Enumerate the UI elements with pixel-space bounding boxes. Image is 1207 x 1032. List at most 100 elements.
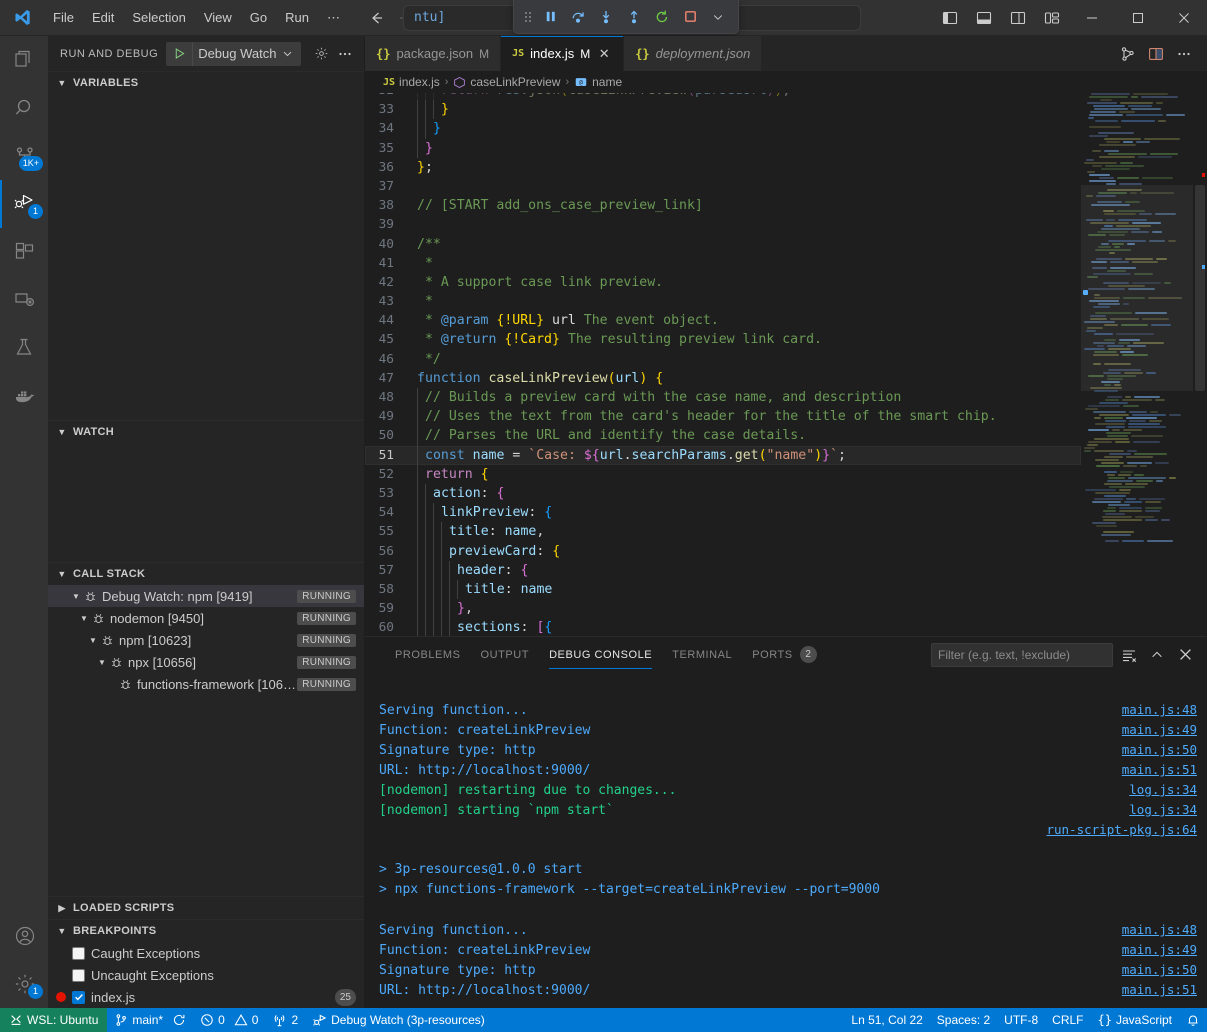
- activitybar-item-extensions[interactable]: [0, 228, 48, 276]
- activitybar-item-remote-explorer[interactable]: [0, 276, 48, 324]
- status-cursor-position[interactable]: Ln 51, Col 22: [844, 1008, 929, 1032]
- minimize-button[interactable]: [1069, 0, 1115, 36]
- breakpoint-checkbox[interactable]: [72, 947, 85, 960]
- status-branch-indicator[interactable]: main*: [107, 1008, 193, 1032]
- console-source[interactable]: log.js:34: [1115, 780, 1197, 800]
- console-source[interactable]: log.js:34: [1115, 800, 1197, 820]
- callstack-row-2[interactable]: ▼ npm [10623] RUNNING: [48, 629, 364, 651]
- console-source[interactable]: main.js:49: [1108, 940, 1197, 960]
- chevron-down-icon[interactable]: ▼: [94, 658, 110, 667]
- panel-tab-output[interactable]: OUTPUT: [471, 637, 540, 672]
- maximize-panel-button[interactable]: [1145, 643, 1169, 667]
- minimap-slider[interactable]: [1081, 185, 1193, 391]
- menu-run[interactable]: Run: [276, 6, 318, 29]
- menu-view[interactable]: View: [195, 6, 241, 29]
- console-source[interactable]: main.js:50: [1108, 960, 1197, 980]
- scrollbar-thumb[interactable]: [1195, 185, 1205, 391]
- activitybar-item-docker[interactable]: [0, 372, 48, 420]
- activitybar-item-testing[interactable]: [0, 324, 48, 372]
- drag-grip-icon[interactable]: [521, 4, 535, 30]
- activitybar-item-explorer[interactable]: [0, 36, 48, 84]
- split-editor-button[interactable]: [1143, 40, 1169, 68]
- menu-file[interactable]: File: [44, 6, 83, 29]
- section-variables-header[interactable]: ▼ VARIABLES: [48, 72, 364, 94]
- clear-console-button[interactable]: [1117, 643, 1141, 667]
- minimap[interactable]: [1081, 93, 1193, 636]
- menu-more[interactable]: ⋯: [318, 6, 349, 30]
- arrow-left-icon[interactable]: [363, 7, 389, 29]
- debug-config-name[interactable]: Debug Watch: [192, 42, 299, 66]
- step-into-button[interactable]: [593, 4, 619, 30]
- editor-more-actions-button[interactable]: [1171, 40, 1197, 68]
- section-watch-header[interactable]: ▼ WATCH: [48, 421, 364, 443]
- breakpoint-checkbox[interactable]: [72, 991, 85, 1004]
- console-source[interactable]: main.js:51: [1108, 980, 1197, 1000]
- open-launch-json-button[interactable]: [310, 43, 332, 65]
- activitybar-item-source-control[interactable]: 1K+: [0, 132, 48, 180]
- breadcrumb-item-file[interactable]: JS index.js: [383, 75, 440, 89]
- status-remote-indicator[interactable]: WSL: Ubuntu: [0, 1008, 107, 1032]
- section-callstack-header[interactable]: ▼ CALL STACK: [48, 563, 364, 585]
- tab-index-js[interactable]: JS index.js M ✕: [501, 36, 624, 71]
- debug-configuration-select[interactable]: Debug Watch: [166, 42, 301, 66]
- console-source[interactable]: main.js:49: [1108, 720, 1197, 740]
- restart-button[interactable]: [649, 4, 675, 30]
- status-encoding[interactable]: UTF-8: [997, 1008, 1045, 1032]
- activitybar-item-settings[interactable]: 1: [0, 960, 48, 1008]
- close-window-button[interactable]: [1161, 0, 1207, 36]
- sidebar-more-actions-button[interactable]: [334, 43, 356, 65]
- status-ports-indicator[interactable]: 2: [265, 1008, 305, 1032]
- breakpoint-row-uncaught-exceptions[interactable]: Uncaught Exceptions: [48, 964, 364, 986]
- section-loaded-scripts-header[interactable]: ▶ LOADED SCRIPTS: [48, 897, 364, 919]
- stop-button[interactable]: [677, 4, 703, 30]
- console-source[interactable]: main.js:48: [1108, 700, 1197, 720]
- breadcrumb-item-variable[interactable]: @ name: [574, 75, 622, 89]
- breakpoint-row-caught-exceptions[interactable]: Caught Exceptions: [48, 942, 364, 964]
- menu-go[interactable]: Go: [241, 6, 276, 29]
- more-debug-actions-button[interactable]: [705, 4, 731, 30]
- source-control-graph-button[interactable]: [1115, 40, 1141, 68]
- tab-package-json[interactable]: {} package.json M: [365, 36, 501, 71]
- callstack-row-0[interactable]: ▼ Debug Watch: npm [9419] RUNNING: [48, 585, 364, 607]
- menu-selection[interactable]: Selection: [123, 6, 194, 29]
- customize-layout-button[interactable]: [1035, 0, 1069, 36]
- chevron-down-icon[interactable]: ▼: [68, 592, 84, 601]
- activitybar-item-search[interactable]: [0, 84, 48, 132]
- chevron-down-icon[interactable]: ▼: [76, 614, 92, 623]
- debug-console-repl-input[interactable]: [379, 1000, 1197, 1008]
- activitybar-item-accounts[interactable]: [0, 912, 48, 960]
- start-debugging-button[interactable]: [166, 42, 192, 66]
- panel-tab-problems[interactable]: PROBLEMS: [385, 637, 471, 672]
- pause-button[interactable]: [537, 4, 563, 30]
- toggle-primary-sidebar-button[interactable]: [933, 0, 967, 36]
- callstack-row-3[interactable]: ▼ npx [10656] RUNNING: [48, 651, 364, 673]
- menu-edit[interactable]: Edit: [83, 6, 123, 29]
- editor-vertical-scrollbar[interactable]: [1193, 93, 1207, 636]
- breakpoint-row-index-js[interactable]: index.js 25: [48, 986, 364, 1008]
- activitybar-item-run-and-debug[interactable]: 1: [0, 180, 48, 228]
- status-notifications[interactable]: [1179, 1008, 1207, 1032]
- panel-tab-ports[interactable]: PORTS 2: [742, 637, 826, 672]
- chevron-down-icon[interactable]: ▼: [85, 636, 101, 645]
- tab-deployment-json[interactable]: {} deployment.json: [624, 36, 762, 71]
- callstack-row-4[interactable]: functions-framework [106… RUNNING: [48, 673, 364, 695]
- status-indentation[interactable]: Spaces: 2: [930, 1008, 997, 1032]
- close-icon[interactable]: ✕: [596, 46, 612, 62]
- step-out-button[interactable]: [621, 4, 647, 30]
- console-source[interactable]: main.js:51: [1108, 760, 1197, 780]
- breadcrumb-item-function[interactable]: caseLinkPreview: [453, 75, 560, 89]
- sync-icon[interactable]: [172, 1013, 186, 1027]
- status-problems-indicator[interactable]: 0 0: [193, 1008, 265, 1032]
- close-panel-button[interactable]: [1173, 643, 1197, 667]
- section-breakpoints-header[interactable]: ▼ BREAKPOINTS: [48, 920, 364, 942]
- status-debug-session-indicator[interactable]: Debug Watch (3p-resources): [305, 1008, 492, 1032]
- console-filter-input[interactable]: Filter (e.g. text, !exclude): [931, 643, 1113, 667]
- maximize-button[interactable]: [1115, 0, 1161, 36]
- code-editor[interactable]: 32return res.json(caseLinkPreview(parsed…: [365, 93, 1081, 636]
- toggle-secondary-sidebar-button[interactable]: [1001, 0, 1035, 36]
- console-source[interactable]: main.js:48: [1108, 920, 1197, 940]
- step-over-button[interactable]: [565, 4, 591, 30]
- breakpoint-checkbox[interactable]: [72, 969, 85, 982]
- status-language-mode[interactable]: {} JavaScript: [1091, 1008, 1179, 1032]
- console-source[interactable]: run-script-pkg.js:64: [1032, 820, 1197, 840]
